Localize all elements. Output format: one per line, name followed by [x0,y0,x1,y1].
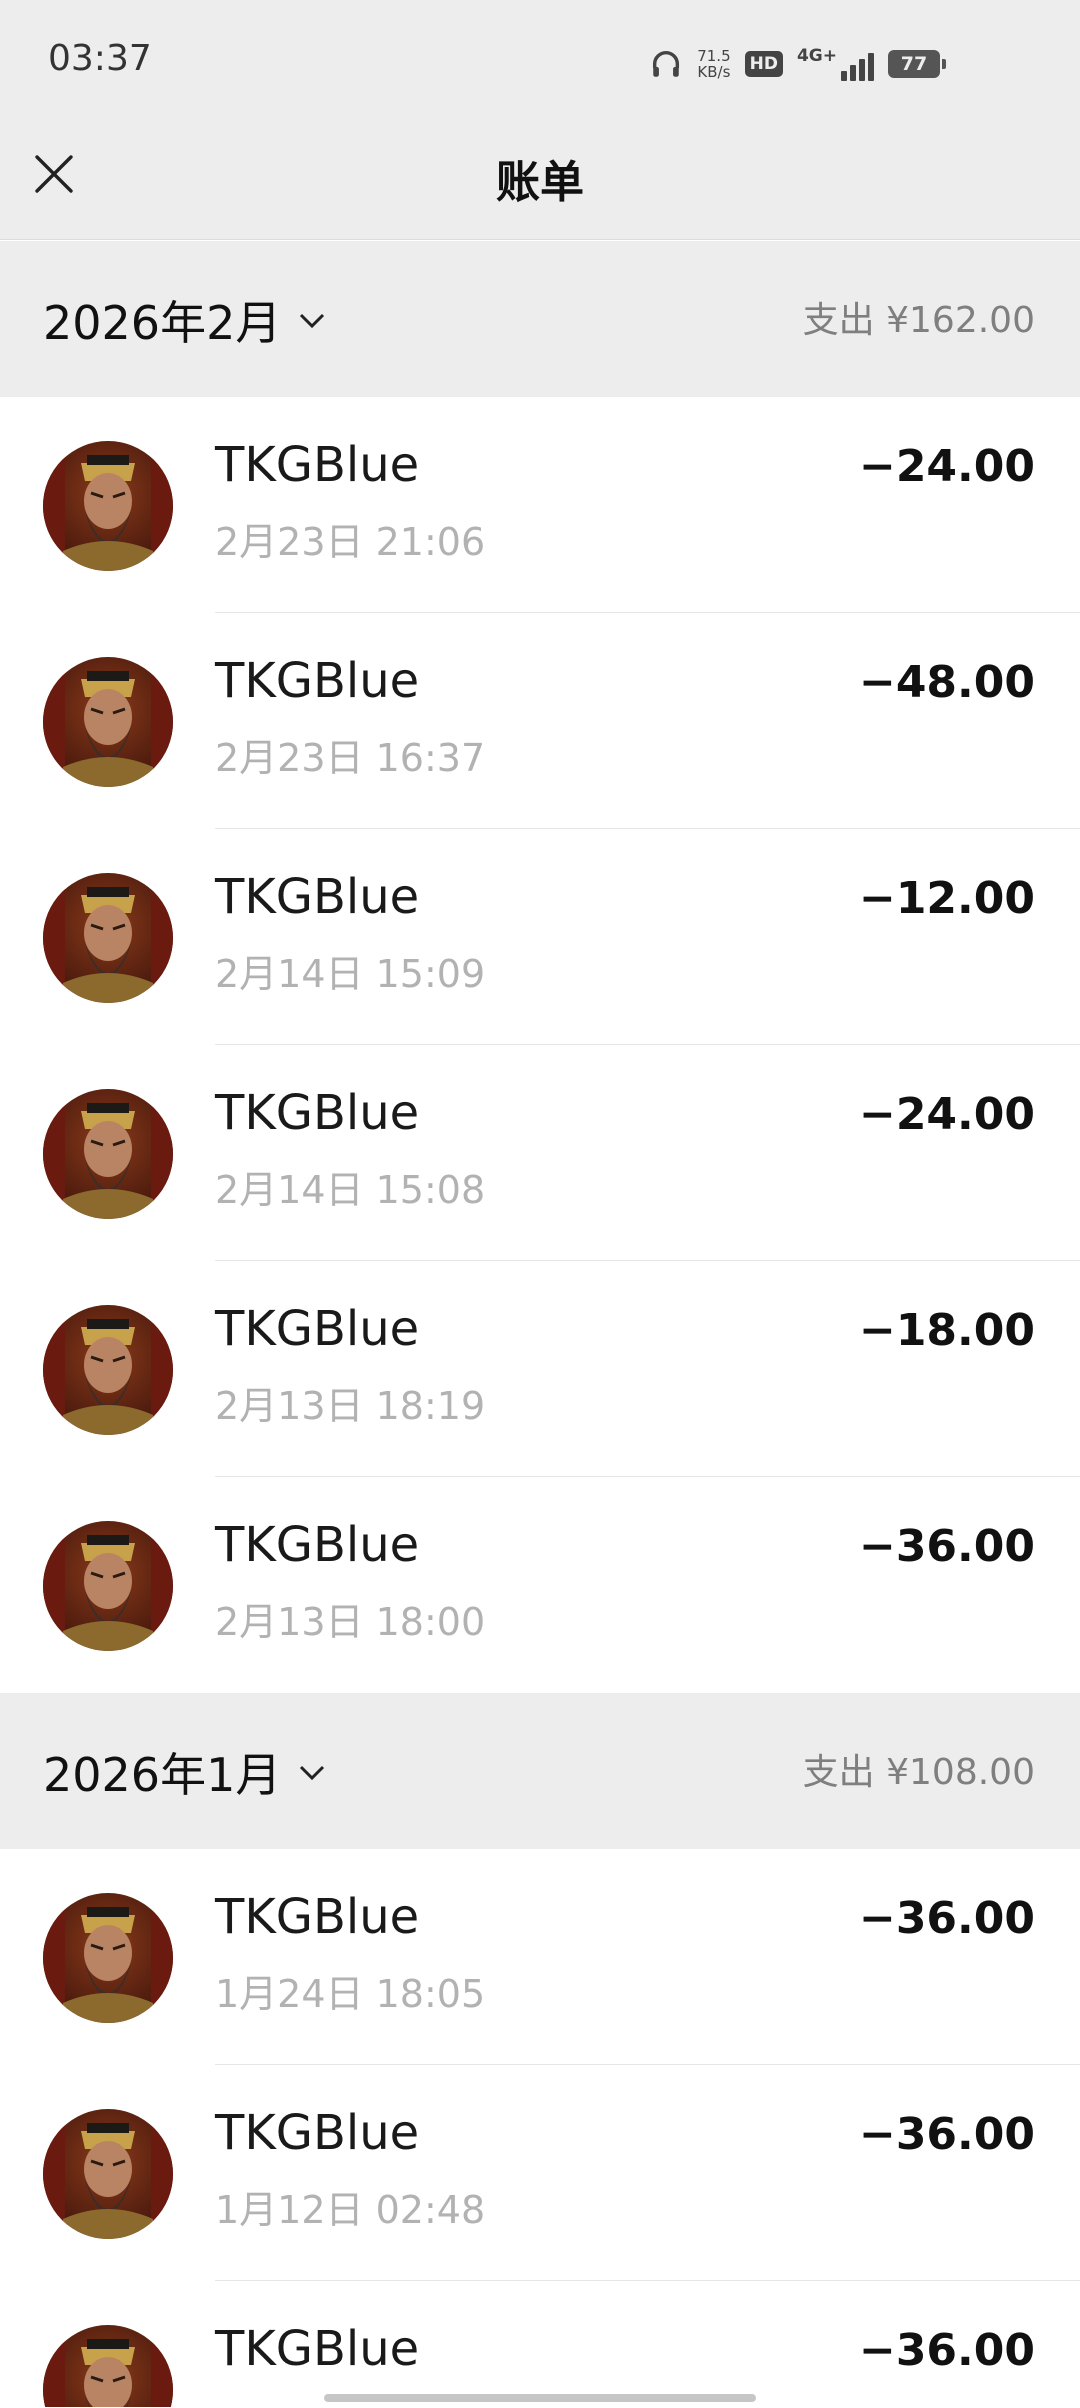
transaction-time: 2月14日 15:08 [215,1168,486,1212]
month-selector[interactable]: 2026年2月 [43,287,329,353]
transaction-time: 2月14日 15:09 [215,952,486,996]
transaction-row[interactable]: TKGBlue 2月13日 18:19 −18.00 [0,1261,1080,1477]
transaction-amount: −24.00 [858,441,1035,492]
transaction-row[interactable]: TKGBlue 2月23日 16:37 −48.00 [0,613,1080,829]
month-total: 支出 ¥162.00 [802,300,1035,341]
transaction-row[interactable]: TKGBlue 2月23日 21:06 −24.00 [0,397,1080,613]
status-time: 03:37 [48,38,152,79]
chevron-down-icon [300,313,325,329]
network-type: 4G+ [796,46,837,66]
status-icons: 71.5 KB/s HD 4G+ 77 [649,44,946,84]
transaction-name: TKGBlue [215,1085,420,1141]
transaction-amount: −24.00 [858,1089,1035,1140]
cellular-signal-icon: 4G+ [797,47,874,81]
avatar [43,657,173,787]
transaction-list: TKGBlue 2月23日 21:06 −24.00 TKGBlue 2月23日… [0,397,1080,1693]
signal-bars [841,51,874,81]
transaction-row[interactable]: TKGBlue 2月14日 15:09 −12.00 [0,829,1080,1045]
avatar [43,441,173,571]
transaction-name: TKGBlue [215,1517,420,1573]
net-speed: 71.5 KB/s [697,48,730,80]
transaction-row[interactable]: TKGBlue 2月13日 18:00 −36.00 [0,1477,1080,1693]
month-label: 2026年2月 [43,296,282,350]
headphone-icon [653,51,680,77]
transaction-name: TKGBlue [215,1301,420,1357]
chevron-down-icon [300,1765,325,1781]
transaction-amount: −36.00 [858,2109,1035,2160]
transaction-list: TKGBlue 1月24日 18:05 −36.00 TKGBlue 1月12日… [0,1849,1080,2407]
transaction-name: TKGBlue [215,869,420,925]
hd-badge: HD [744,51,783,77]
month-header: 2026年1月 支出 ¥108.00 [0,1693,1080,1849]
battery-level: 77 [900,53,928,75]
battery-icon: 77 [888,50,946,78]
transaction-amount: −36.00 [858,1893,1035,1944]
avatar [43,1893,173,2023]
transaction-amount: −48.00 [858,657,1035,708]
transaction-amount: −36.00 [858,1521,1035,1572]
transaction-name: TKGBlue [215,653,420,709]
transaction-time: 2月13日 18:19 [215,1384,486,1428]
transaction-amount: −18.00 [858,1305,1035,1356]
month-label: 2026年1月 [43,1748,282,1802]
transaction-name: TKGBlue [215,2105,420,2161]
net-speed-unit: KB/s [697,63,731,81]
transaction-name: TKGBlue [215,437,420,493]
transaction-amount: −36.00 [858,2325,1035,2376]
transaction-time: 2月23日 21:06 [215,520,486,564]
avatar [43,2109,173,2239]
avatar [43,1521,173,1651]
transaction-time: 1月24日 18:05 [215,1972,486,2016]
transaction-time: 2月13日 18:00 [215,1600,486,1644]
month-selector[interactable]: 2026年1月 [43,1739,329,1805]
net-speed-value: 71.5 [697,47,731,65]
transaction-row[interactable]: TKGBlue 1月24日 18:05 −36.00 [0,1849,1080,2065]
transaction-name: TKGBlue [215,2321,420,2377]
month-total: 支出 ¥108.00 [802,1752,1035,1793]
transaction-row[interactable]: TKGBlue 1月12日 02:48 −36.00 [0,2065,1080,2281]
status-bar: 03:37 71.5 KB/s HD 4G+ 77 [0,0,1080,124]
transaction-time: 2月23日 16:37 [215,736,486,780]
transaction-time: 1月12日 02:48 [215,2188,486,2232]
page-title: 账单 [496,157,584,208]
avatar [43,873,173,1003]
avatar [43,1089,173,1219]
transaction-name: TKGBlue [215,1889,420,1945]
nav-bar: 账单 [0,124,1080,240]
home-indicator[interactable] [324,2394,756,2402]
transaction-amount: −12.00 [858,873,1035,924]
month-header: 2026年2月 支出 ¥162.00 [0,241,1080,397]
transaction-row[interactable]: TKGBlue −36.00 [0,2281,1080,2407]
transaction-row[interactable]: TKGBlue 2月14日 15:08 −24.00 [0,1045,1080,1261]
avatar [43,2325,173,2407]
avatar [43,1305,173,1435]
